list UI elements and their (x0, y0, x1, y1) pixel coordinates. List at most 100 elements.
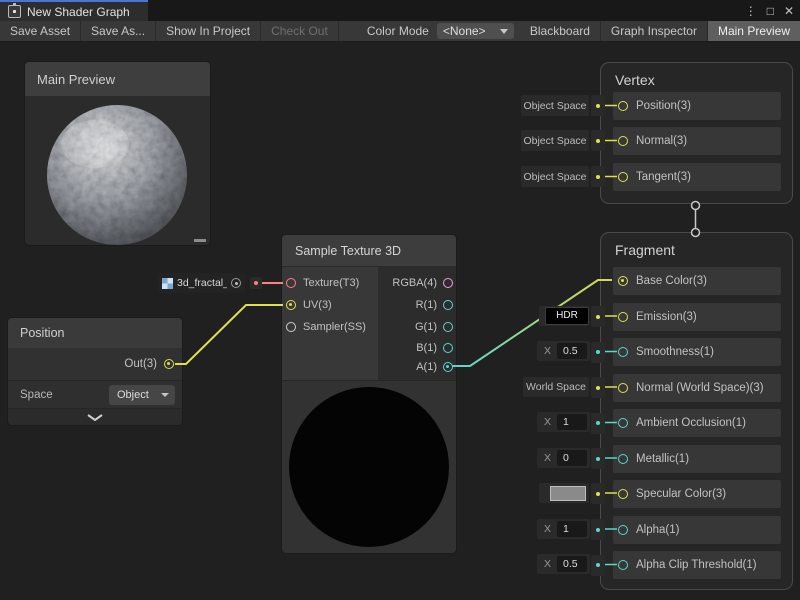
port-icon[interactable] (286, 322, 296, 332)
pill-port-dot[interactable] (250, 277, 262, 289)
value-input[interactable]: 1 (557, 521, 587, 537)
fragment-row-ambient-occlusion[interactable]: Ambient Occlusion(1) (613, 409, 781, 437)
port-icon[interactable] (618, 312, 628, 322)
shader-graph-icon (8, 5, 21, 18)
ambient-occlusion-value-field[interactable]: X 1 (537, 412, 590, 432)
port-icon[interactable] (443, 278, 453, 288)
fragment-row-specular-color[interactable]: Specular Color(3) (613, 480, 781, 508)
space-dropdown[interactable]: Object (109, 385, 175, 405)
pill-port-dot[interactable] (591, 342, 605, 363)
color-swatch[interactable] (550, 486, 586, 501)
close-icon[interactable]: ✕ (784, 4, 794, 18)
value-input[interactable]: 1 (557, 414, 587, 430)
resize-handle[interactable] (194, 239, 206, 242)
blackboard-button[interactable]: Blackboard (520, 21, 601, 41)
normal-space-pill[interactable]: Object Space (521, 130, 589, 151)
value-input[interactable]: 0.5 (557, 343, 587, 359)
vertex-context-node[interactable]: Vertex Position(3) Normal(3) Tangent(3) (600, 62, 793, 204)
port-icon[interactable] (443, 300, 453, 310)
window-menu-icon[interactable]: ⋮ (745, 4, 757, 18)
pill-port-dot[interactable] (591, 130, 605, 151)
pill-port-dot[interactable] (591, 306, 605, 327)
pill-port-dot[interactable] (591, 519, 605, 540)
save-as-button[interactable]: Save As... (81, 21, 156, 41)
port-icon[interactable] (618, 172, 628, 182)
main-preview-panel[interactable]: Main Preview (25, 62, 210, 245)
fragment-row-metallic[interactable]: Metallic(1) (613, 445, 781, 473)
fragment-row-normal-world-space[interactable]: Normal (World Space)(3) (613, 374, 781, 402)
input-uv[interactable]: UV(3) (284, 294, 378, 316)
port-icon[interactable] (618, 489, 628, 499)
fragment-context-node[interactable]: Fragment Base Color(3) Emission(3) Smoot… (600, 232, 793, 590)
port-icon[interactable] (443, 362, 453, 372)
fragment-row-smoothness[interactable]: Smoothness(1) (613, 338, 781, 366)
output-out[interactable]: Out(3) (8, 348, 182, 380)
color-mode-dropdown[interactable]: <None> (437, 23, 514, 39)
value-input[interactable]: 0 (557, 450, 587, 466)
graph-inspector-button[interactable]: Graph Inspector (601, 21, 708, 41)
output-a[interactable]: A(1) (377, 356, 453, 378)
color-mode-value: <None> (443, 24, 486, 38)
port-icon[interactable] (618, 383, 628, 393)
vertex-row-position[interactable]: Position(3) (613, 92, 781, 120)
pill-port-dot[interactable] (591, 448, 605, 469)
vertex-row-tangent[interactable]: Tangent(3) (613, 163, 781, 191)
fragment-row-alpha-clip-threshold[interactable]: Alpha Clip Threshold(1) (613, 551, 781, 579)
input-texture[interactable]: Texture(T3) (284, 272, 378, 294)
port-icon[interactable] (286, 300, 296, 310)
normal-space-pill[interactable]: World Space (523, 377, 589, 397)
texture-asset-field[interactable]: 3d_fractal_n (158, 273, 245, 293)
pill-port-dot[interactable] (591, 555, 605, 576)
preview-sphere-black (289, 387, 449, 547)
alpha-value-field[interactable]: X 1 (537, 519, 590, 539)
smoothness-value-field[interactable]: X 0.5 (537, 341, 590, 361)
emission-hdr-color-field[interactable]: HDR (539, 306, 589, 326)
port-icon[interactable] (618, 525, 628, 535)
tangent-space-pill[interactable]: Object Space (521, 166, 589, 187)
save-asset-button[interactable]: Save Asset (0, 21, 81, 41)
show-in-project-button[interactable]: Show In Project (156, 21, 261, 41)
pill-port-dot[interactable] (591, 377, 605, 398)
fragment-row-alpha[interactable]: Alpha(1) (613, 516, 781, 544)
pill-port-dot[interactable] (591, 413, 605, 434)
node-title[interactable]: Position (8, 318, 182, 348)
pill-port-dot[interactable] (591, 166, 605, 187)
port-icon[interactable] (443, 343, 453, 353)
port-icon[interactable] (618, 276, 628, 286)
tab-bar: New Shader Graph ⋮ □ ✕ (0, 0, 800, 21)
specular-color-field[interactable] (539, 483, 589, 503)
alpha-clip-threshold-value-field[interactable]: X 0.5 (537, 554, 590, 574)
hdr-label[interactable]: HDR (545, 307, 589, 325)
main-preview-title[interactable]: Main Preview (25, 62, 210, 96)
metallic-value-field[interactable]: X 0 (537, 448, 590, 468)
port-icon[interactable] (618, 347, 628, 357)
position-node[interactable]: Position Out(3) Space Object (8, 318, 182, 425)
port-icon[interactable] (286, 278, 296, 288)
output-g[interactable]: G(1) (377, 316, 453, 338)
pill-port-dot[interactable] (591, 95, 605, 116)
input-sampler[interactable]: Sampler(SS) (284, 316, 378, 338)
port-icon[interactable] (164, 359, 174, 369)
position-space-pill[interactable]: Object Space (521, 95, 589, 116)
output-r[interactable]: R(1) (377, 294, 453, 316)
port-icon[interactable] (618, 136, 628, 146)
sample-texture-3d-node[interactable]: Sample Texture 3D Texture(T3) UV(3) Samp… (282, 235, 456, 553)
tab-new-shader-graph[interactable]: New Shader Graph (0, 0, 148, 21)
node-title[interactable]: Sample Texture 3D (282, 235, 456, 267)
vertex-row-normal[interactable]: Normal(3) (613, 127, 781, 155)
maximize-icon[interactable]: □ (767, 4, 774, 18)
main-preview-button[interactable]: Main Preview (708, 21, 800, 41)
port-icon[interactable] (443, 322, 453, 332)
object-picker-icon[interactable] (231, 278, 241, 288)
output-rgba[interactable]: RGBA(4) (377, 272, 453, 294)
fragment-row-base-color[interactable]: Base Color(3) (613, 267, 781, 295)
pill-port-dot[interactable] (591, 483, 605, 504)
port-icon[interactable] (618, 560, 628, 570)
collapse-toggle[interactable] (8, 408, 182, 425)
port-icon[interactable] (618, 101, 628, 111)
x-label: X (544, 416, 551, 428)
port-icon[interactable] (618, 418, 628, 428)
fragment-row-emission[interactable]: Emission(3) (613, 303, 781, 331)
port-icon[interactable] (618, 454, 628, 464)
value-input[interactable]: 0.5 (557, 556, 587, 572)
